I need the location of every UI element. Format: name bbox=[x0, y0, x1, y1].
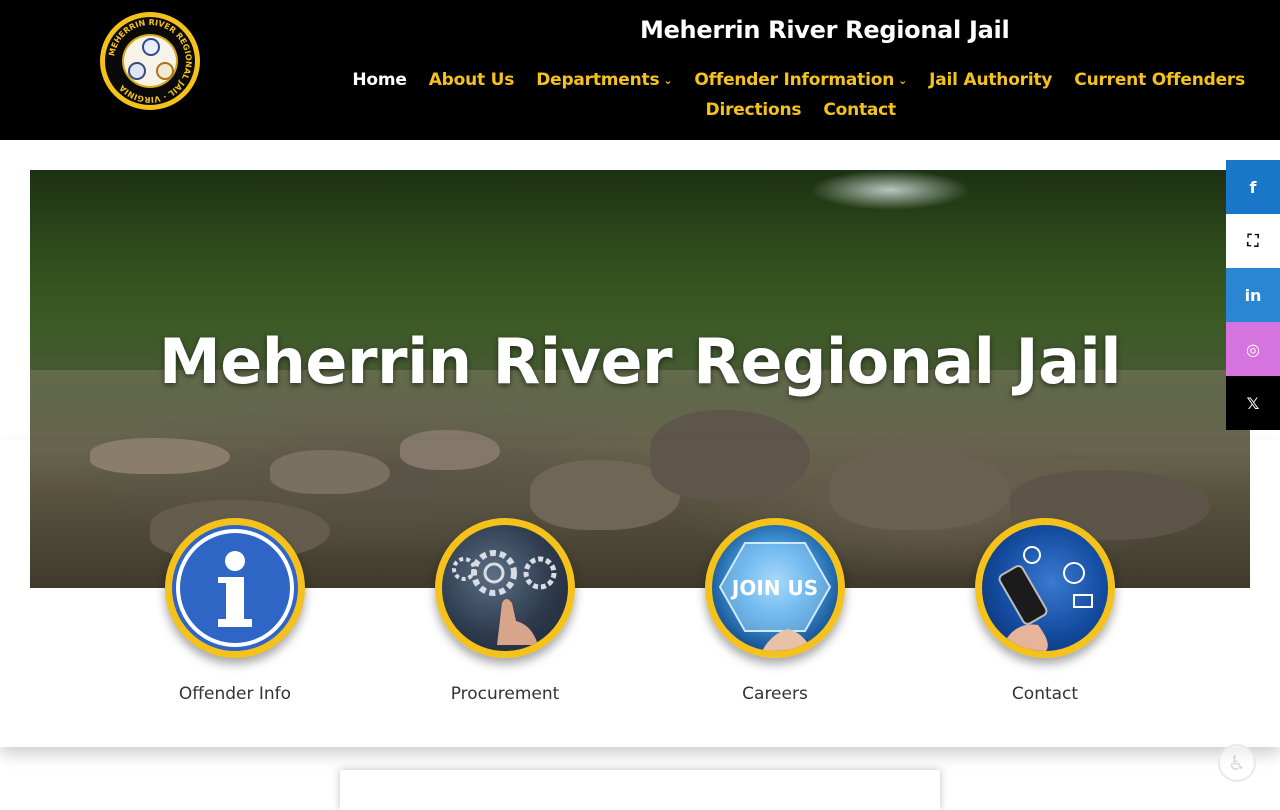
nav-offender-information[interactable]: Offender Information ⌄ bbox=[694, 70, 907, 90]
nav-label: Offender Information bbox=[694, 70, 895, 90]
nav-contact[interactable]: Contact bbox=[823, 100, 896, 120]
nav-home[interactable]: Home bbox=[352, 70, 407, 90]
site-title: Meherrin River Regional Jail bbox=[640, 16, 1010, 44]
tile-careers[interactable]: JOIN US Careers bbox=[705, 518, 845, 704]
nav-label: Jail Authority bbox=[929, 70, 1053, 90]
info-icon bbox=[165, 518, 305, 658]
nav-directions[interactable]: Directions bbox=[706, 100, 802, 120]
instagram-icon[interactable]: ◎ bbox=[1226, 322, 1280, 376]
nav-label: Directions bbox=[705, 100, 802, 120]
join-us-icon: JOIN US bbox=[705, 518, 845, 658]
accessibility-icon[interactable]: ♿ bbox=[1218, 744, 1256, 782]
tile-label: Offender Info bbox=[178, 684, 292, 704]
main-nav: Home About Us Departments ⌄ Offender Informa… bbox=[345, 70, 1245, 120]
site-header: MEHERRIN RIVER REGIONAL JAIL · VIRGINIA … bbox=[0, 0, 1280, 140]
hero-sky-patch bbox=[810, 170, 970, 210]
nav-label: Home bbox=[352, 70, 407, 90]
gears-icon bbox=[435, 518, 575, 658]
tile-label: Contact bbox=[1011, 684, 1079, 704]
facebook-icon[interactable]: f bbox=[1226, 160, 1280, 214]
tile-contact[interactable]: Contact bbox=[975, 518, 1115, 704]
hero-title: Meherrin River Regional Jail bbox=[159, 325, 1121, 398]
nav-current-offenders[interactable]: Current Offenders bbox=[1074, 70, 1245, 90]
nav-about-us[interactable]: About Us bbox=[428, 70, 515, 90]
social-share-sidebar: f ⛶ in ◎ 𝕏 bbox=[1226, 160, 1280, 430]
nav-departments[interactable]: Departments ⌄ bbox=[536, 70, 672, 90]
svg-text:JOIN US: JOIN US bbox=[730, 576, 818, 600]
nav-label: Departments bbox=[536, 70, 660, 90]
chevron-down-icon: ⌄ bbox=[663, 73, 673, 87]
phone-contact-icon bbox=[975, 518, 1115, 658]
nav-jail-authority[interactable]: Jail Authority bbox=[929, 70, 1052, 90]
tile-label: Procurement bbox=[450, 684, 560, 704]
content-card bbox=[340, 770, 940, 810]
linkedin-icon[interactable]: in bbox=[1226, 268, 1280, 322]
chevron-down-icon: ⌄ bbox=[898, 73, 908, 87]
map-icon[interactable]: ⛶ bbox=[1226, 214, 1280, 268]
x-icon[interactable]: 𝕏 bbox=[1226, 376, 1280, 430]
nav-label: Contact bbox=[823, 100, 896, 120]
nav-label: About Us bbox=[428, 70, 515, 90]
jail-seal-logo[interactable]: MEHERRIN RIVER REGIONAL JAIL · VIRGINIA bbox=[100, 12, 200, 110]
tile-offender-info[interactable]: Offender Info bbox=[165, 518, 305, 704]
tile-label: Careers bbox=[742, 684, 808, 704]
tile-procurement[interactable]: Procurement bbox=[435, 518, 575, 704]
nav-label: Current Offenders bbox=[1074, 70, 1245, 90]
